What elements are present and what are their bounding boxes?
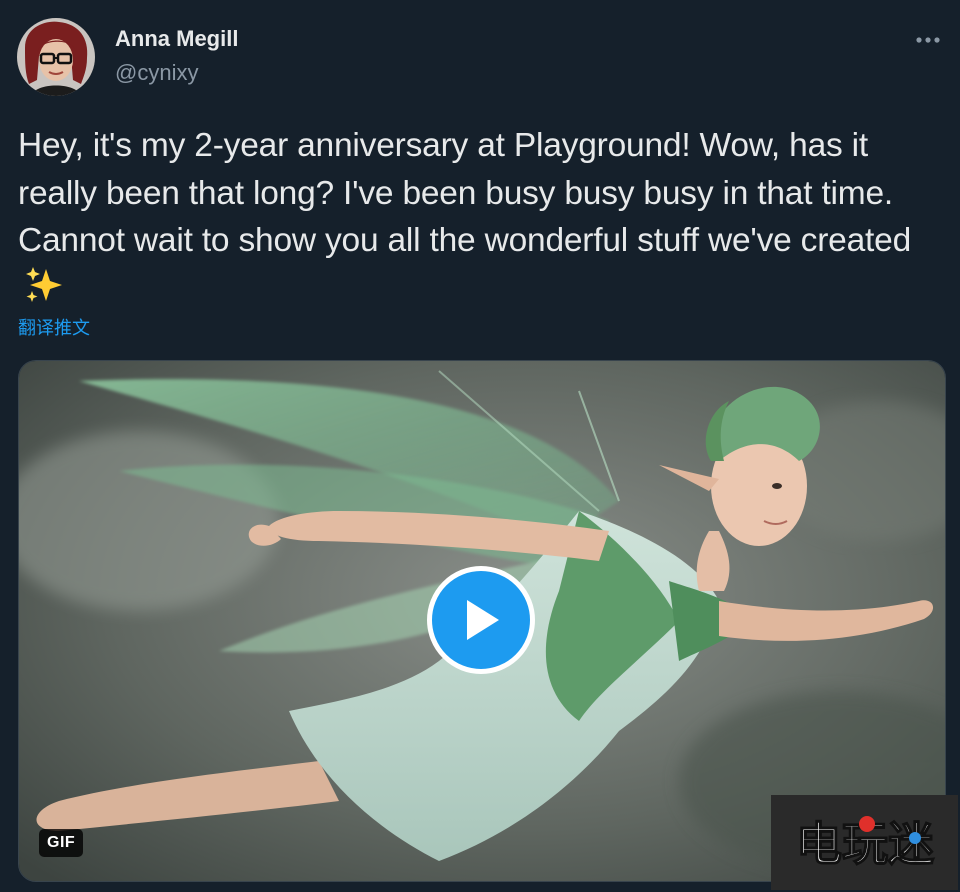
play-button[interactable]: [427, 566, 535, 674]
author-name[interactable]: Anna Megill: [115, 26, 238, 52]
watermark-logo-image: 电玩迷: [795, 815, 934, 871]
avatar-photo-icon: [17, 18, 95, 96]
author-handle[interactable]: @cynixy: [115, 60, 198, 86]
tweet-text: Hey, it's my 2-year anniversary at Playg…: [18, 122, 942, 318]
author-avatar[interactable]: [17, 18, 95, 96]
tweet-text-body: Hey, it's my 2-year anniversary at Playg…: [18, 127, 912, 259]
watermark-logo: 电玩迷: [771, 795, 958, 890]
play-icon: [467, 600, 499, 640]
more-horizontal-icon: [916, 37, 940, 43]
translate-tweet-link[interactable]: 翻译推文: [18, 314, 90, 340]
sparkles-icon: [24, 265, 64, 319]
gif-badge: GIF: [39, 829, 84, 857]
tweet-card: Anna Megill @cynixy Hey, it's my 2-year …: [0, 0, 960, 892]
more-options-button[interactable]: [912, 26, 944, 54]
